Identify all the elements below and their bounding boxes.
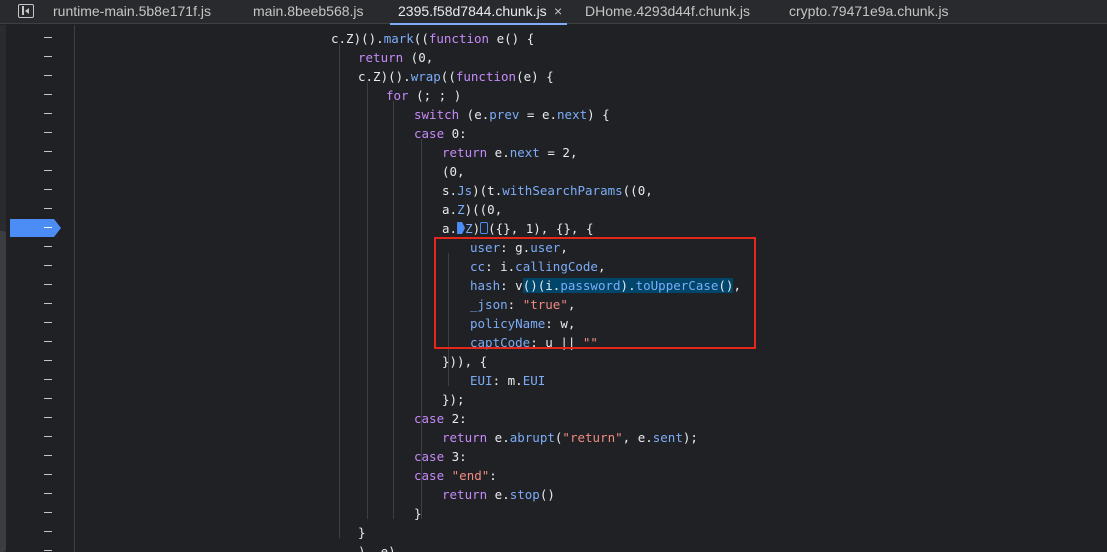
line-marker[interactable]	[44, 56, 52, 57]
line-marker[interactable]	[44, 531, 52, 532]
line-marker[interactable]	[44, 360, 52, 361]
line-marker[interactable]	[44, 113, 52, 114]
code-line[interactable]: case 3:	[0, 447, 1107, 466]
code-line[interactable]: ), e)	[0, 542, 1107, 552]
inline-breakpoint-outline-icon[interactable]	[480, 222, 489, 234]
line-marker[interactable]	[44, 493, 52, 494]
code-line[interactable]: case 0:	[0, 124, 1107, 143]
code-line[interactable]: c.Z)().wrap((function(e) {	[0, 67, 1107, 86]
line-marker[interactable]	[44, 151, 52, 152]
line-marker[interactable]	[44, 132, 52, 133]
code-line[interactable]: a.Z)((0,	[0, 200, 1107, 219]
line-marker[interactable]	[44, 208, 52, 209]
line-marker[interactable]	[44, 284, 52, 285]
breakpoint-marker[interactable]	[10, 219, 61, 237]
line-marker[interactable]	[44, 417, 52, 418]
line-marker[interactable]	[44, 436, 52, 437]
line-marker[interactable]	[44, 550, 52, 551]
line-marker[interactable]	[44, 341, 52, 342]
code-line-breakpoint[interactable]: a. Z) ({}, 1), {}, {	[0, 219, 1107, 238]
line-marker[interactable]	[44, 94, 52, 95]
line-marker[interactable]	[44, 474, 52, 475]
editor-tab-bar: runtime-main.5b8e171f.js main.8beeb568.j…	[0, 0, 1107, 25]
code-line[interactable]: })), {	[0, 352, 1107, 371]
line-marker[interactable]	[44, 189, 52, 190]
tab-dhome-chunk[interactable]: DHome.4293d44f.chunk.js	[585, 0, 750, 24]
tab-main[interactable]: main.8beeb568.js	[253, 0, 364, 24]
line-marker[interactable]	[44, 379, 52, 380]
code-line[interactable]: });	[0, 390, 1107, 409]
code-line[interactable]: return e.next = 2,	[0, 143, 1107, 162]
line-marker[interactable]	[44, 322, 52, 323]
code-line[interactable]: case "end":	[0, 466, 1107, 485]
tab-2395-chunk[interactable]: 2395.f58d7844.chunk.js	[390, 0, 567, 25]
line-marker[interactable]	[44, 170, 52, 171]
toggle-navigator-icon[interactable]	[18, 4, 34, 18]
line-marker[interactable]	[44, 37, 52, 38]
annotation-highlight-box	[434, 237, 756, 349]
code-line[interactable]: }	[0, 504, 1107, 523]
code-line[interactable]: c.Z)().mark((function e() {	[0, 29, 1107, 48]
close-tab-icon[interactable]: ×	[554, 0, 562, 22]
code-line[interactable]: s.Js)(t.withSearchParams((0,	[0, 181, 1107, 200]
line-marker[interactable]	[44, 303, 52, 304]
line-marker[interactable]	[44, 512, 52, 513]
code-line[interactable]: return e.abrupt("return", e.sent);	[0, 428, 1107, 447]
code-line[interactable]: switch (e.prev = e.next) {	[0, 105, 1107, 124]
code-line[interactable]: (0,	[0, 162, 1107, 181]
tab-crypto-chunk[interactable]: crypto.79471e9a.chunk.js	[789, 0, 949, 24]
line-marker[interactable]	[44, 246, 52, 247]
line-marker[interactable]	[44, 398, 52, 399]
code-line[interactable]: for (; ; )	[0, 86, 1107, 105]
line-marker[interactable]	[44, 455, 52, 456]
line-marker[interactable]	[44, 227, 52, 228]
tab-runtime-main[interactable]: runtime-main.5b8e171f.js	[53, 0, 211, 24]
code-line[interactable]: }	[0, 523, 1107, 542]
code-line[interactable]: case 2:	[0, 409, 1107, 428]
code-line[interactable]: EUI: m.EUI	[0, 371, 1107, 390]
line-marker[interactable]	[44, 265, 52, 266]
code-line[interactable]: return e.stop()	[0, 485, 1107, 504]
line-marker[interactable]	[44, 75, 52, 76]
inline-breakpoint-icon[interactable]	[457, 222, 466, 234]
code-line[interactable]: return (0,	[0, 48, 1107, 67]
